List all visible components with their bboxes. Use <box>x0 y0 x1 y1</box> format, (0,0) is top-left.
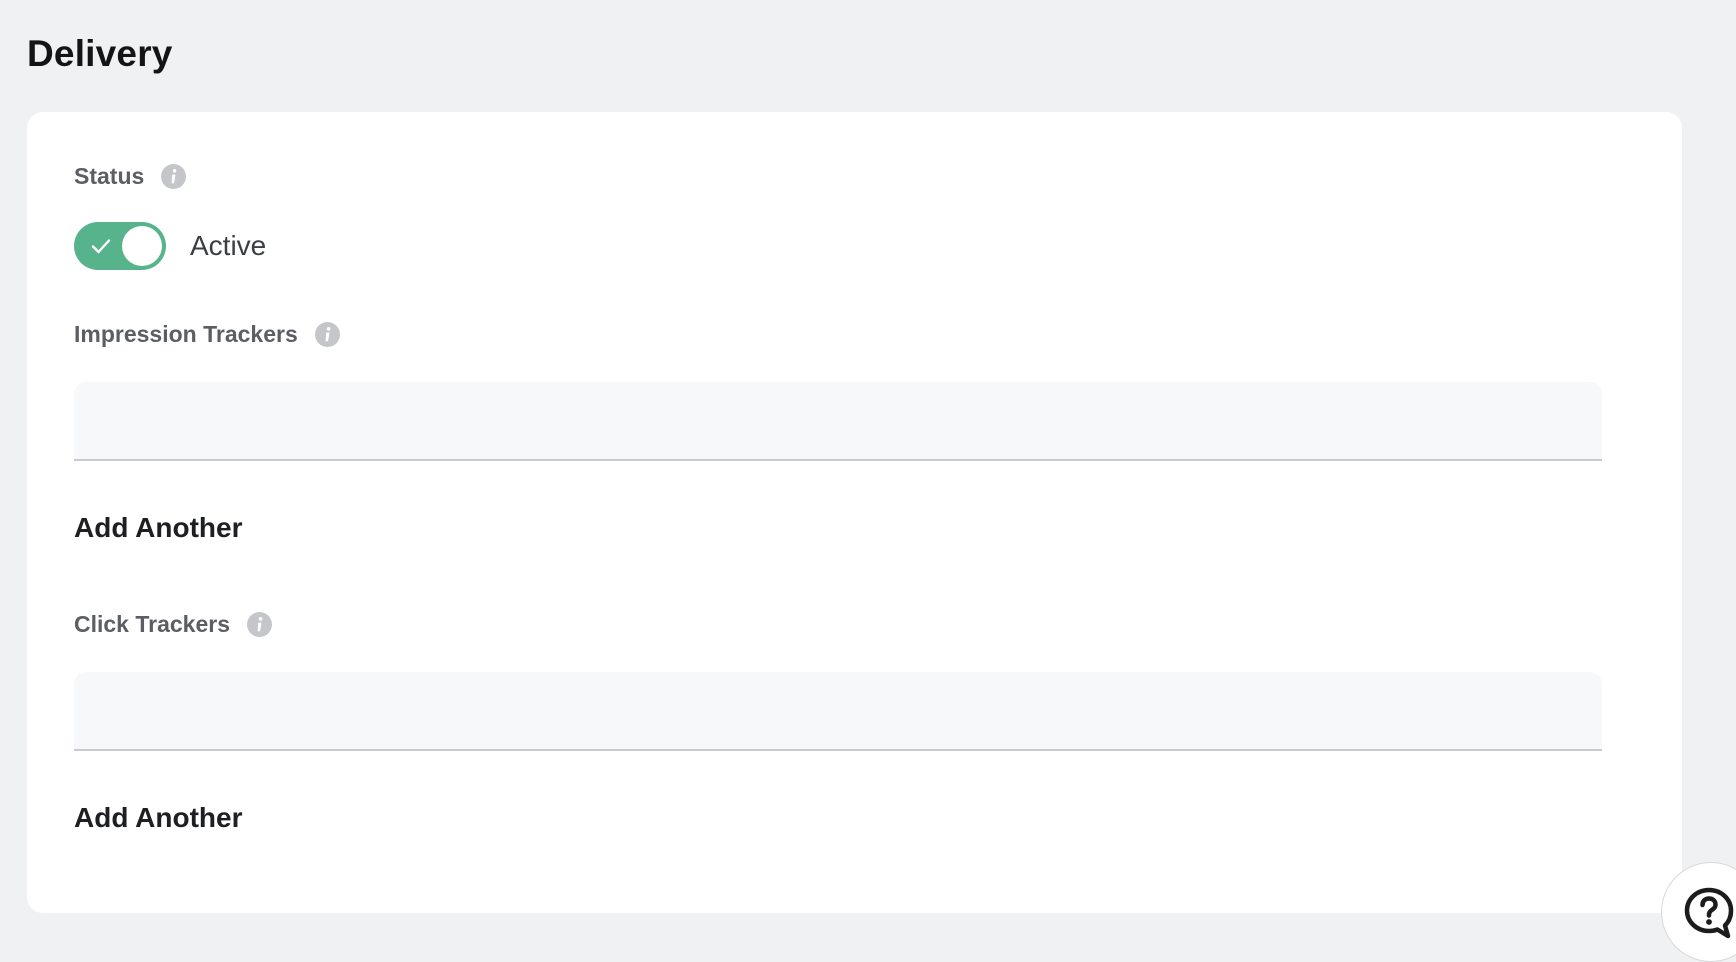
impression-trackers-label: Impression Trackers <box>74 320 298 347</box>
page-title: Delivery <box>27 33 173 74</box>
delivery-card: Status Active Impression Trackers Add An… <box>27 112 1682 913</box>
info-icon[interactable] <box>247 611 273 637</box>
click-trackers-label: Click Trackers <box>74 610 231 637</box>
add-another-impression-tracker-button[interactable]: Add Another <box>74 510 243 546</box>
check-icon <box>90 235 112 257</box>
click-tracker-input[interactable] <box>74 672 1602 751</box>
status-label-row: Status <box>74 161 187 191</box>
status-label: Status <box>74 162 145 189</box>
info-icon[interactable] <box>314 321 340 347</box>
info-icon[interactable] <box>161 163 187 189</box>
click-trackers-label-row: Click Trackers <box>74 609 273 639</box>
toggle-knob <box>122 226 162 266</box>
help-question-icon <box>1684 887 1734 939</box>
status-toggle[interactable] <box>74 222 166 270</box>
status-toggle-row: Active <box>74 222 266 270</box>
impression-tracker-input[interactable] <box>74 382 1602 461</box>
status-toggle-label: Active <box>190 230 267 261</box>
impression-trackers-label-row: Impression Trackers <box>74 319 340 349</box>
add-another-click-tracker-button[interactable]: Add Another <box>74 800 243 836</box>
